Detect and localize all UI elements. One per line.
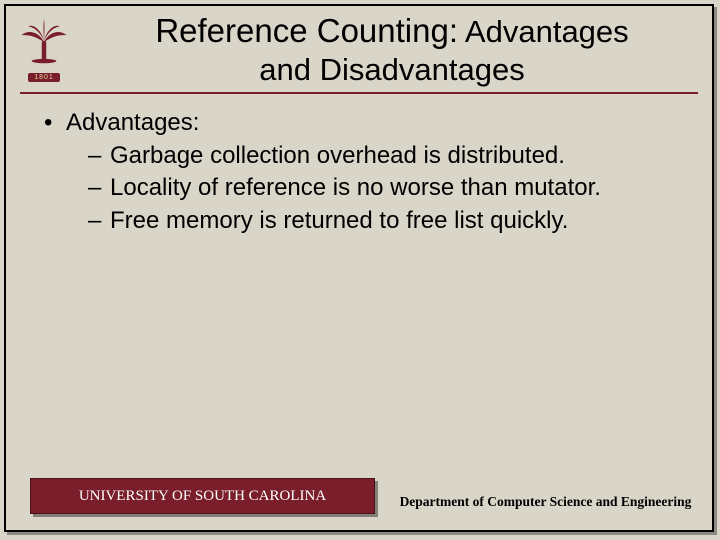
title-main: Reference Counting: xyxy=(155,12,458,49)
slide-footer: UNIVERSITY OF SOUTH CAROLINA Department … xyxy=(30,478,698,514)
list-item: Locality of reference is no worse than m… xyxy=(44,173,682,204)
title-sub2: and Disadvantages xyxy=(259,52,524,87)
university-logo: 1801 xyxy=(14,14,74,88)
slide-frame: 1801 Reference Counting: Advantages and … xyxy=(4,4,714,532)
slide-content: Advantages: Garbage collection overhead … xyxy=(6,94,712,237)
footer-department: Department of Computer Science and Engin… xyxy=(375,478,698,514)
palmetto-icon xyxy=(16,14,72,75)
bullet-advantages: Advantages: xyxy=(44,108,682,139)
list-item: Free memory is returned to free list qui… xyxy=(44,206,682,237)
bullet-heading: Advantages: xyxy=(66,109,199,136)
slide-title: Reference Counting: Advantages and Disad… xyxy=(6,6,712,88)
list-item-text: Garbage collection overhead is distribut… xyxy=(110,142,565,169)
list-item-text: Locality of reference is no worse than m… xyxy=(110,174,601,201)
list-item-text: Free memory is returned to free list qui… xyxy=(110,207,568,234)
logo-year: 1801 xyxy=(28,73,60,82)
footer-university: UNIVERSITY OF SOUTH CAROLINA xyxy=(30,478,375,514)
list-item: Garbage collection overhead is distribut… xyxy=(44,141,682,172)
university-name: UNIVERSITY OF SOUTH CAROLINA xyxy=(79,488,326,505)
title-sub1: Advantages xyxy=(458,14,629,49)
department-name: Department of Computer Science and Engin… xyxy=(400,494,692,510)
